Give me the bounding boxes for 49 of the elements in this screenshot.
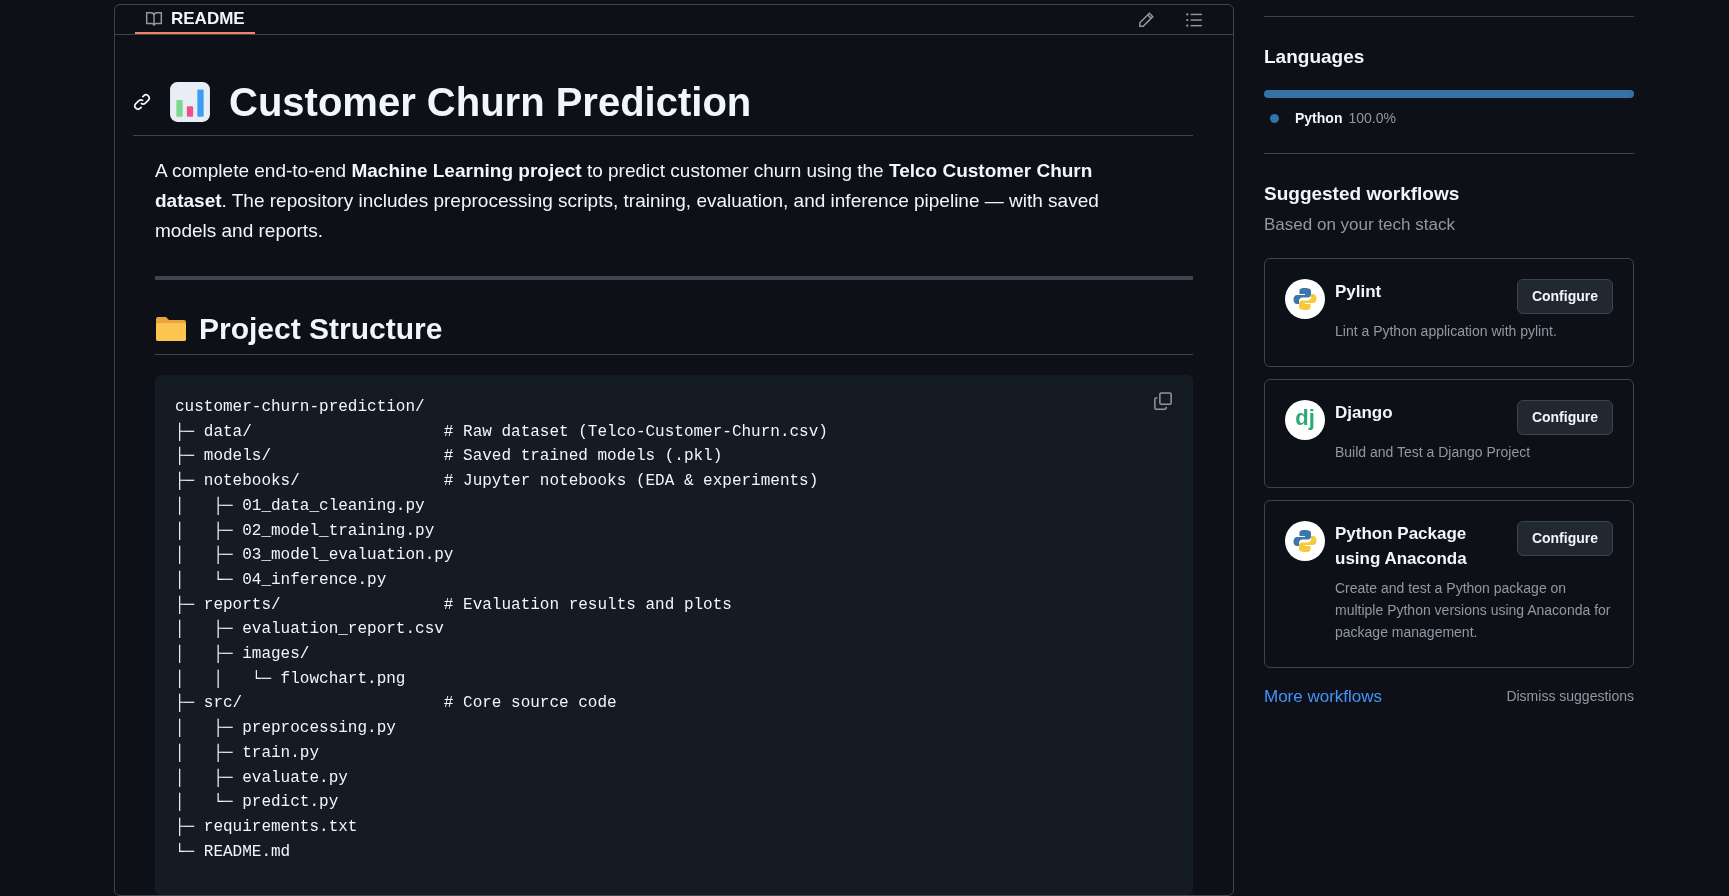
configure-button[interactable]: Configure [1516, 399, 1613, 435]
workflow-description: Create and test a Python package on multiple Python versions using Anaconda for package management. [1335, 578, 1612, 642]
workflow-name: Django [1335, 401, 1393, 424]
python-logo-icon [1285, 520, 1325, 561]
configure-button[interactable]: Configure [1516, 278, 1613, 314]
code-line: ├─ src/ # Core source code [175, 692, 617, 715]
code-line: │ ├─ evaluate.py [175, 767, 348, 789]
workflow-description: Build and Test a Django Project [1335, 442, 1532, 462]
language-percent: 100.0% [1348, 108, 1396, 128]
code-line: └─ README.md [175, 841, 291, 863]
list-icon[interactable] [1185, 10, 1203, 29]
link-icon[interactable] [133, 93, 151, 111]
workflow-name: Python Package using Anaconda [1335, 522, 1468, 570]
code-line: │ └─ 04_inference.py [175, 569, 387, 591]
section-title: Languages [1264, 45, 1366, 69]
intro-paragraph: A complete end-to-end Machine Learning project to predict customer churn using the Telco Customer Churn dataset. The repository includes preprocessing scripts, training, evaluation, and inference pipeline — with saved models and reports. [155, 159, 1100, 243]
more-workflows-link[interactable]: More workflows [1264, 683, 1383, 709]
code-line: ├─ data/ # Raw dataset (Telco-Customer-Churn.csv) [175, 421, 828, 443]
code-line: customer-churn-prediction/ [175, 397, 425, 418]
code-line: ├─ requirements.txt [175, 816, 358, 838]
folder-icon [155, 315, 187, 343]
code-line: ├─ reports/ # Evaluation results and plots [175, 594, 732, 616]
readme-tab[interactable]: README [135, 5, 255, 34]
python-logo-icon [1285, 278, 1325, 319]
code-line: │ ├─ 02_model_training.py [175, 520, 435, 542]
section-heading: Project Structure [199, 314, 443, 344]
code-line: │ ├─ images/ [175, 643, 310, 666]
code-line: │ ├─ preprocessing.py [175, 717, 396, 740]
code-line: ├─ notebooks/ # Jupyter notebooks (EDA & experiments) [175, 470, 819, 493]
django-logo-icon: dj [1285, 399, 1325, 440]
edit-icon[interactable] [1137, 10, 1155, 29]
section-title: Suggested workflows [1264, 181, 1461, 206]
configure-button[interactable]: Configure [1516, 520, 1613, 556]
code-line: │ │ └─ flowchart.png [175, 668, 406, 690]
bar-chart-icon [169, 81, 211, 123]
code-line: │ ├─ train.py [175, 742, 320, 764]
code-line: │ ├─ 03_model_evaluation.py [175, 544, 454, 567]
book-icon [145, 9, 163, 28]
language-name[interactable]: Python [1295, 107, 1343, 129]
workflow-name: Pylint [1335, 280, 1382, 303]
heading: Customer Churn Prediction [229, 82, 752, 122]
copy-icon[interactable] [1153, 391, 1173, 411]
code-line: │ └─ predict.py [175, 791, 339, 814]
code-line: │ ├─ evaluation_report.csv [175, 618, 444, 641]
code-line: │ ├─ 01_data_cleaning.py [175, 495, 425, 517]
code-line: ├─ models/ # Saved trained models (.pkl) [175, 445, 723, 468]
dismiss-button[interactable]: Dismiss suggestions [1506, 685, 1634, 707]
workflow-description: Lint a Python application with pylint. [1335, 321, 1558, 341]
section-subtitle: Based on your tech stack [1264, 214, 1456, 236]
